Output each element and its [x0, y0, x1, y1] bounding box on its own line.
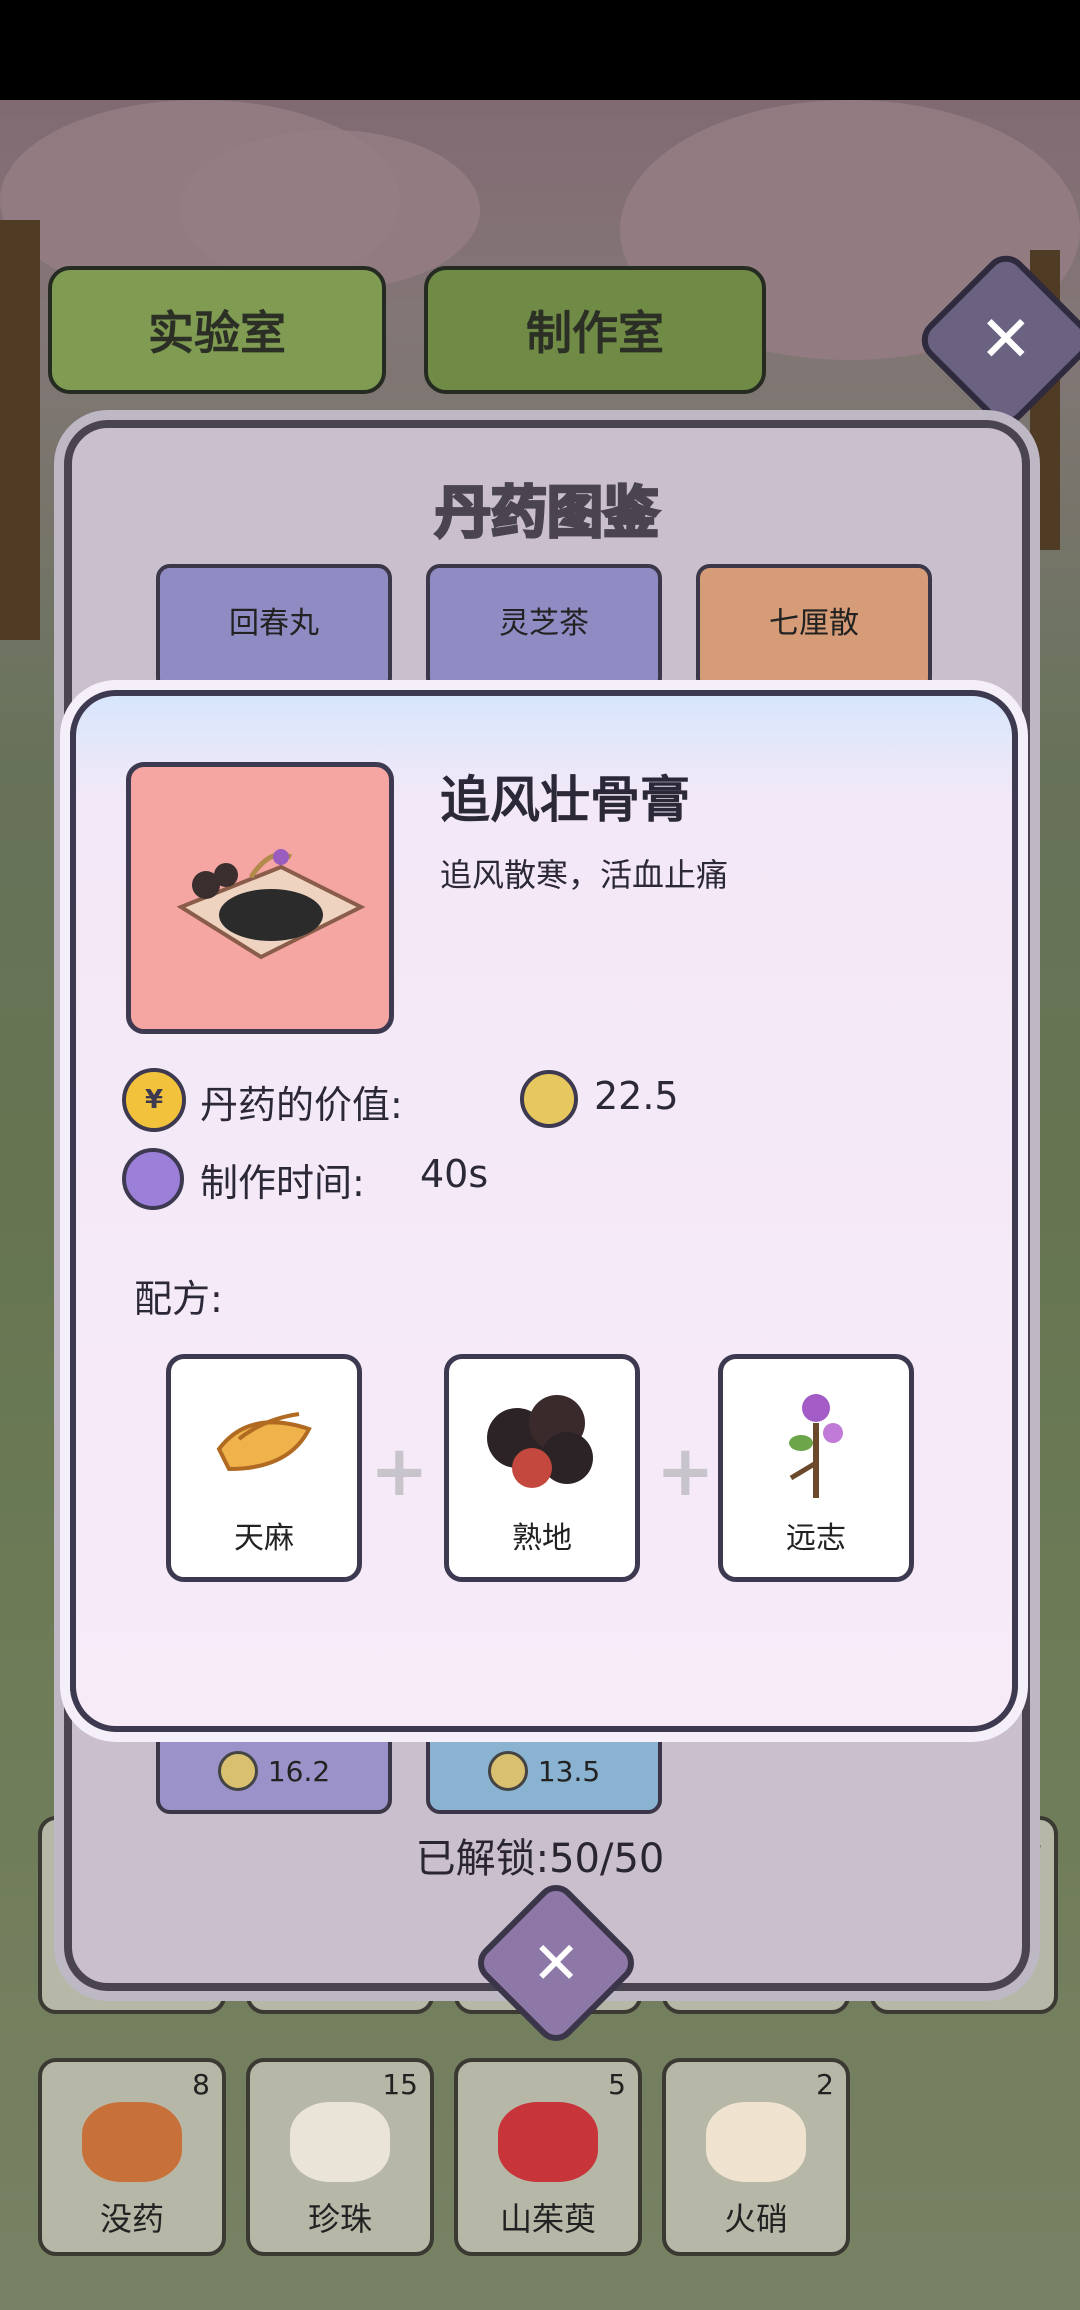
close-icon: ✕ [979, 303, 1033, 377]
tab-craft[interactable]: 制作室 [424, 266, 766, 394]
ingredient-card[interactable]: 远志 [718, 1354, 914, 1582]
inventory-item-label: 珍珠 [307, 2200, 372, 2238]
close-icon: ✕ [531, 1928, 581, 1997]
inventory-item-count: 5 [608, 2068, 626, 2101]
money-bag-icon: ¥ [122, 1068, 186, 1132]
unlocked-count: 已解锁:50/50 [415, 1836, 665, 1882]
inventory-item[interactable]: 5 山茱萸 [454, 2058, 642, 2256]
shudi-icon [487, 1395, 593, 1488]
ingredient-card[interactable]: 天麻 [166, 1354, 362, 1582]
encyclopedia-title: 丹药图鉴 [434, 480, 661, 548]
price-value: 16.2 [267, 1754, 331, 1788]
pill-card-name: 七厘散 [769, 606, 859, 641]
pill-name: 追风壮骨膏 [440, 771, 690, 829]
tab-lab[interactable]: 实验室 [48, 266, 386, 394]
inventory-item-label: 山茱萸 [499, 2200, 596, 2238]
inventory-item-count: 2 [816, 2068, 834, 2101]
inventory-item[interactable]: 15 珍珠 [246, 2058, 434, 2256]
pill-card-name: 灵芝茶 [499, 606, 589, 641]
price-value: 13.5 [537, 1754, 601, 1788]
plus-icon: + [370, 1430, 429, 1512]
pill-card[interactable]: 回春丸 [156, 564, 392, 692]
pill-card[interactable]: 灵芝茶 [426, 564, 662, 692]
tianma-icon [216, 1412, 312, 1472]
moyao-icon [82, 2102, 182, 2182]
pill-card-price[interactable]: 13.5 [426, 1728, 662, 1814]
inventory-item-count: 8 [192, 2068, 210, 2101]
time-label: 制作时间: [200, 1161, 365, 1205]
pill-description: 追风散寒，活血止痛 [440, 856, 729, 894]
inventory-item-label: 火硝 [723, 2200, 788, 2238]
inventory-item-label: 没药 [99, 2200, 164, 2238]
inventory-item[interactable]: 2 火硝 [662, 2058, 850, 2256]
value-amount: 22.5 [594, 1074, 679, 1118]
pill-card[interactable]: 七厘散 [696, 564, 932, 692]
pill-card-name: 回春丸 [229, 606, 319, 641]
coin-icon [217, 1751, 258, 1791]
pill-image [126, 762, 394, 1034]
ingredient-name: 天麻 [234, 1521, 294, 1556]
inventory-item-count: 15 [382, 2068, 418, 2101]
coin-icon [520, 1070, 578, 1128]
pearl-icon [290, 2102, 390, 2182]
plaster-icon [176, 849, 366, 960]
recipe-label: 配方: [134, 1277, 223, 1321]
plus-icon: + [656, 1430, 715, 1512]
shanzhuyu-icon [498, 2102, 598, 2182]
ingredient-name: 熟地 [512, 1521, 572, 1556]
value-label: 丹药的价值: [200, 1083, 403, 1127]
time-value: 40s [420, 1152, 489, 1196]
ingredient-card[interactable]: 熟地 [444, 1354, 640, 1582]
coin-icon [487, 1751, 528, 1791]
inventory-item[interactable]: 8 没药 [38, 2058, 226, 2256]
yuanzhi-icon [789, 1394, 843, 1498]
huoxiao-icon [706, 2102, 806, 2182]
pill-card-price[interactable]: 16.2 [156, 1728, 392, 1814]
clock-icon [122, 1148, 184, 1210]
ingredient-name: 远志 [786, 1521, 846, 1556]
